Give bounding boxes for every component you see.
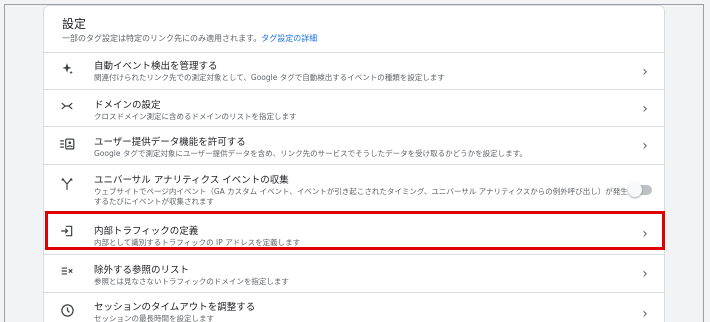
row-domain-settings[interactable]: ドメインの設定 クロスドメイン測定に含めるドメインのリストを指定します ›: [44, 89, 664, 126]
row-title: ドメインの設定: [94, 100, 161, 111]
row-description: ウェブサイトでページ内イベント（GA カスタム イベント、イベントが引き起こされ…: [94, 187, 628, 206]
chevron-right-icon[interactable]: ›: [640, 227, 650, 241]
row-title: 自動イベント検出を管理する: [94, 61, 218, 72]
login-icon: [58, 224, 76, 242]
row-title: 内部トラフィックの定義: [94, 226, 199, 237]
settings-title: 設定: [62, 17, 87, 31]
row-description: Google タグで測定対象にユーザー提供データを含め、リンク先のサービスでそう…: [94, 149, 527, 158]
row-auto-event-detection[interactable]: 自動イベント検出を管理する 関連付けられたリンク先での測定対象として、Googl…: [44, 52, 664, 89]
toggle-knob: [628, 183, 642, 197]
row-title: ユニバーサル アナリティクス イベントの収集: [94, 175, 289, 186]
merge-arrows-icon: [58, 99, 76, 117]
row-description: 内部として識別するトラフィックの IP アドレスを定義します: [94, 238, 301, 247]
row-ua-event-collection: ユニバーサル アナリティクス イベントの収集 ウェブサイトでページ内イベント（G…: [44, 164, 664, 211]
chevron-right-icon[interactable]: ›: [640, 65, 650, 79]
settings-description: 一部のタグ設定は特定のリンク先にのみ適用されます。タグ設定の詳細: [62, 34, 318, 43]
fork-icon: [58, 177, 76, 195]
clock-icon: [58, 303, 76, 321]
chevron-right-icon[interactable]: ›: [640, 307, 650, 321]
chevron-right-icon[interactable]: ›: [640, 267, 650, 281]
row-title: セッションのタイムアウトを調整する: [94, 302, 256, 313]
chevron-right-icon[interactable]: ›: [640, 102, 650, 116]
list-exclude-icon: [58, 264, 76, 282]
row-internal-traffic[interactable]: 内部トラフィックの定義 内部として識別するトラフィックの IP アドレスを定義し…: [44, 211, 664, 254]
sparkle-icon: [58, 62, 76, 80]
row-user-provided-data[interactable]: ユーザー提供データ機能を許可する Google タグで測定対象にユーザー提供デー…: [44, 126, 664, 164]
ua-collection-toggle[interactable]: [628, 183, 652, 197]
row-description: セッションの最長時間を設定します: [94, 314, 214, 322]
row-title: 除外する参照のリスト: [94, 265, 190, 276]
row-description: 参照とは見なさないトラフィックのドメインを指定します: [94, 277, 289, 286]
settings-card: 設定 一部のタグ設定は特定のリンク先にのみ適用されます。タグ設定の詳細 自動イベ…: [43, 5, 665, 322]
tag-settings-link[interactable]: タグ設定の詳細: [261, 34, 317, 43]
row-description: 関連付けられたリンク先での測定対象として、Google タグで自動検出するイベン…: [94, 73, 445, 82]
user-data-icon: [58, 137, 76, 155]
row-title: ユーザー提供データ機能を許可する: [94, 137, 246, 148]
row-description: クロスドメイン測定に含めるドメインのリストを指定します: [94, 112, 297, 121]
row-session-timeout[interactable]: セッションのタイムアウトを調整する セッションの最長時間を設定します ›: [44, 292, 664, 322]
row-excluded-referrals[interactable]: 除外する参照のリスト 参照とは見なさないトラフィックのドメインを指定します ›: [44, 254, 664, 292]
chevron-right-icon[interactable]: ›: [640, 139, 650, 153]
settings-header: 設定 一部のタグ設定は特定のリンク先にのみ適用されます。タグ設定の詳細: [44, 6, 664, 47]
